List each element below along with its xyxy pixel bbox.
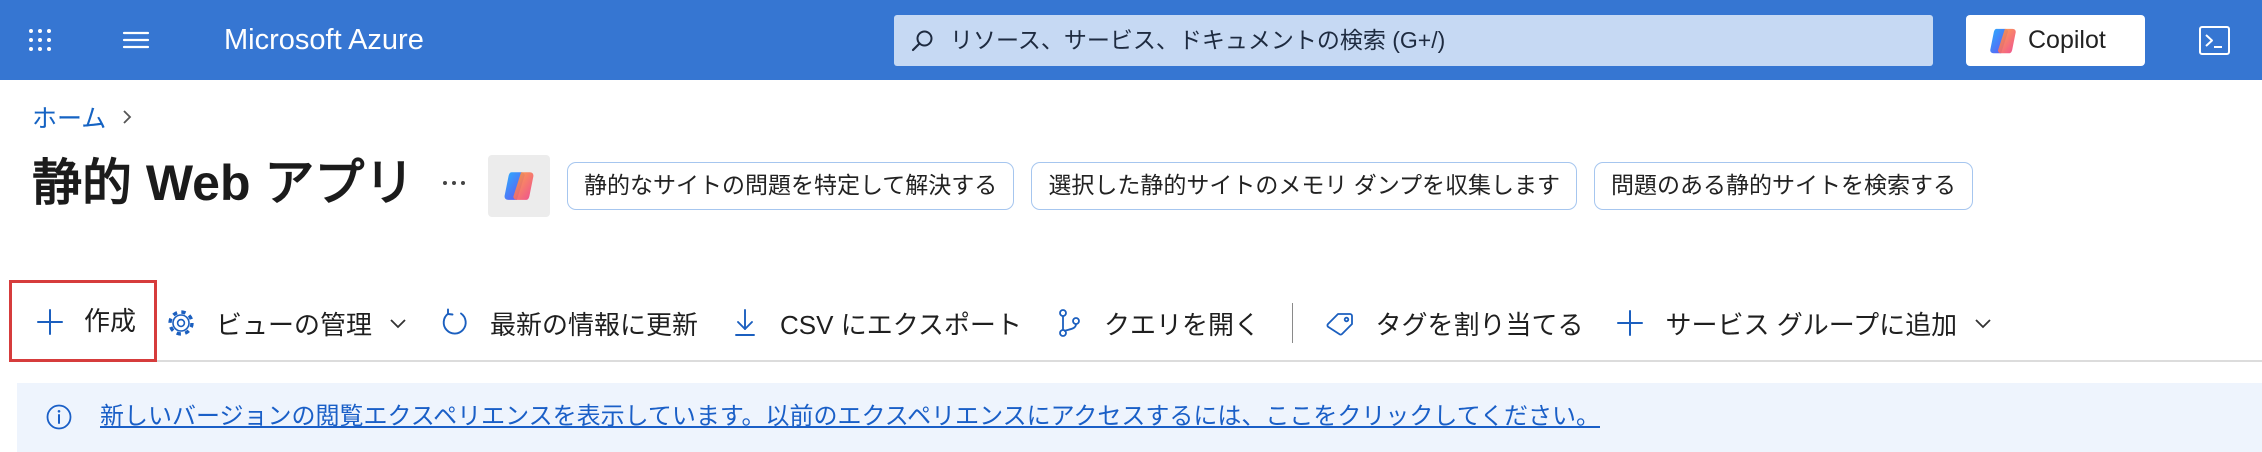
suggestion-chip-memory-dump[interactable]: 選択した静的サイトのメモリ ダンプを収集します: [1031, 162, 1578, 210]
refresh-icon: [442, 308, 467, 335]
app-title[interactable]: Microsoft Azure: [224, 0, 424, 80]
export-csv-label: CSV にエクスポート: [780, 309, 1022, 340]
copilot-suggestion-chips: 静的なサイトの問題を特定して解決する 選択した静的サイトのメモリ ダンプを収集し…: [567, 162, 1974, 210]
assign-tags-button[interactable]: タグを割り当てる: [1325, 296, 1583, 350]
refresh-button[interactable]: 最新の情報に更新: [440, 296, 698, 350]
global-search[interactable]: [894, 15, 1933, 66]
copilot-label: Copilot: [2028, 26, 2106, 54]
export-csv-button[interactable]: CSV にエクスポート: [730, 296, 1022, 350]
tag-icon: [1326, 313, 1354, 336]
info-icon: [46, 404, 72, 430]
search-input[interactable]: [950, 15, 1920, 66]
copilot-button[interactable]: Copilot: [1966, 15, 2145, 66]
open-query-button[interactable]: クエリを開く: [1054, 296, 1260, 350]
create-label: 作成: [84, 306, 137, 336]
create-button[interactable]: 作成: [9, 280, 157, 362]
search-icon: [911, 30, 933, 52]
more-icon[interactable]: [440, 178, 468, 188]
chevron-right-icon: [123, 110, 132, 124]
breadcrumb-home[interactable]: ホーム: [32, 99, 106, 135]
download-icon: [735, 309, 755, 336]
page-title: 静的 Web アプリ: [32, 155, 415, 211]
manage-view-label: ビューの管理: [216, 309, 373, 340]
breadcrumb: ホーム: [32, 99, 136, 135]
plus-icon: [1617, 310, 1644, 336]
manage-view-button[interactable]: ビューの管理: [166, 296, 408, 350]
hamburger-icon[interactable]: [122, 28, 150, 52]
copilot-suggestions-button[interactable]: [488, 155, 550, 217]
plus-icon: [37, 309, 63, 335]
refresh-label: 最新の情報に更新: [490, 309, 699, 340]
gear-icon: [168, 310, 194, 336]
toolbar-divider: [157, 360, 2262, 362]
query-icon: [1059, 309, 1080, 337]
copilot-icon: [504, 172, 534, 200]
chevron-down-icon: [1975, 319, 1991, 329]
classic-experience-link[interactable]: 新しいバージョンの閲覧エクスペリエンスを表示しています。以前のエクスペリエンスに…: [100, 383, 1600, 451]
add-service-group-label: サービス グループに追加: [1665, 309, 1958, 340]
grid-icon[interactable]: [27, 27, 53, 53]
add-service-group-button[interactable]: サービス グループに追加: [1615, 296, 1993, 350]
info-banner: 新しいバージョンの閲覧エクスペリエンスを表示しています。以前のエクスペリエンスに…: [17, 383, 2262, 452]
toolbar-separator: [1291, 303, 1294, 343]
copilot-icon: [1990, 28, 2016, 54]
top-bar: Microsoft Azure Copilot: [0, 0, 2262, 80]
chevron-down-icon: [390, 319, 406, 329]
suggestion-chip-troubleshoot[interactable]: 静的なサイトの問題を特定して解決する: [567, 162, 1015, 210]
open-query-label: クエリを開く: [1103, 309, 1260, 340]
suggestion-chip-find-problems[interactable]: 問題のある静的サイトを検索する: [1594, 162, 1974, 210]
terminal-icon[interactable]: [2198, 24, 2231, 57]
command-bar: ビューの管理 最新の情報に更新 CSV にエクスポート クエリを開く タグを割り…: [166, 296, 1993, 350]
assign-tags-label: タグを割り当てる: [1375, 309, 1584, 340]
